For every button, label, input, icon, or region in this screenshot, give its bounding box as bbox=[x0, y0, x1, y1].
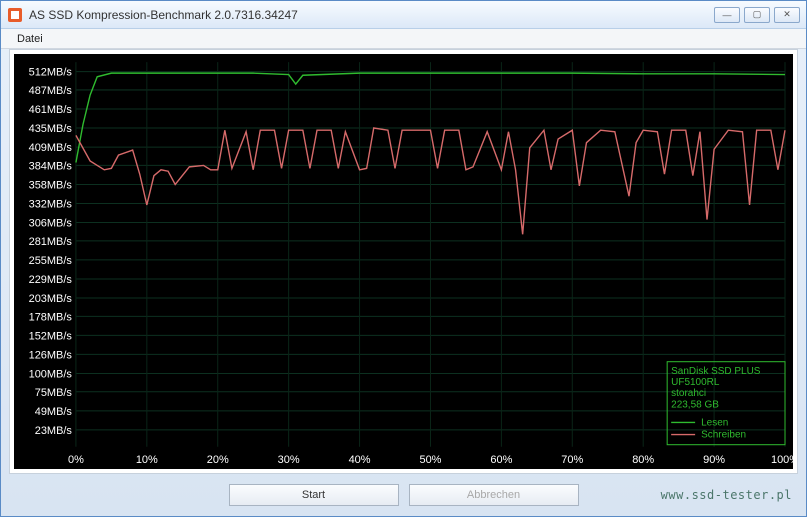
svg-text:223,58 GB: 223,58 GB bbox=[671, 399, 719, 410]
svg-text:10%: 10% bbox=[136, 454, 158, 466]
minimize-button[interactable]: — bbox=[714, 7, 740, 23]
svg-text:281MB/s: 281MB/s bbox=[29, 236, 73, 248]
chart-area: 23MB/s 49MB/s 75MB/s 100MB/s 126MB/s 152MB/s 1… bbox=[14, 54, 793, 469]
svg-text:435MB/s: 435MB/s bbox=[29, 123, 73, 135]
start-button[interactable]: Start bbox=[229, 484, 399, 506]
svg-text:0%: 0% bbox=[68, 454, 84, 466]
svg-text:70%: 70% bbox=[561, 454, 583, 466]
svg-text:40%: 40% bbox=[349, 454, 371, 466]
chart-svg: 23MB/s 49MB/s 75MB/s 100MB/s 126MB/s 152MB/s 1… bbox=[14, 54, 793, 469]
svg-text:409MB/s: 409MB/s bbox=[29, 142, 73, 154]
svg-text:Lesen: Lesen bbox=[701, 417, 728, 428]
svg-text:50%: 50% bbox=[419, 454, 441, 466]
svg-text:UF5100RL: UF5100RL bbox=[671, 377, 720, 388]
app-window: AS SSD Kompression-Benchmark 2.0.7316.34… bbox=[0, 0, 807, 517]
svg-text:30%: 30% bbox=[278, 454, 300, 466]
svg-text:152MB/s: 152MB/s bbox=[29, 330, 73, 342]
menu-file[interactable]: Datei bbox=[9, 31, 51, 47]
svg-text:storahci: storahci bbox=[671, 388, 706, 399]
svg-text:332MB/s: 332MB/s bbox=[29, 198, 73, 210]
svg-text:306MB/s: 306MB/s bbox=[29, 218, 73, 230]
svg-text:203MB/s: 203MB/s bbox=[29, 293, 73, 305]
app-icon bbox=[7, 7, 23, 23]
svg-text:60%: 60% bbox=[490, 454, 512, 466]
svg-text:126MB/s: 126MB/s bbox=[29, 349, 73, 361]
svg-text:178MB/s: 178MB/s bbox=[29, 311, 73, 323]
svg-text:487MB/s: 487MB/s bbox=[29, 85, 73, 97]
svg-text:512MB/s: 512MB/s bbox=[29, 67, 73, 79]
chart-panel: 23MB/s 49MB/s 75MB/s 100MB/s 126MB/s 152MB/s 1… bbox=[9, 49, 798, 474]
svg-text:384MB/s: 384MB/s bbox=[29, 160, 73, 172]
svg-text:100MB/s: 100MB/s bbox=[29, 368, 73, 380]
abort-button: Abbrechen bbox=[409, 484, 579, 506]
svg-text:229MB/s: 229MB/s bbox=[29, 274, 73, 286]
window-title: AS SSD Kompression-Benchmark 2.0.7316.34… bbox=[29, 8, 714, 22]
svg-text:358MB/s: 358MB/s bbox=[29, 179, 73, 191]
svg-text:Schreiben: Schreiben bbox=[701, 430, 746, 441]
svg-text:80%: 80% bbox=[632, 454, 654, 466]
svg-text:100%: 100% bbox=[771, 454, 793, 466]
titlebar: AS SSD Kompression-Benchmark 2.0.7316.34… bbox=[1, 1, 806, 29]
svg-text:255MB/s: 255MB/s bbox=[29, 255, 73, 267]
svg-text:461MB/s: 461MB/s bbox=[29, 104, 73, 116]
svg-text:49MB/s: 49MB/s bbox=[35, 406, 73, 418]
maximize-button[interactable]: ▢ bbox=[744, 7, 770, 23]
svg-text:75MB/s: 75MB/s bbox=[35, 387, 73, 399]
svg-text:90%: 90% bbox=[703, 454, 725, 466]
menubar: Datei bbox=[1, 29, 806, 49]
footer-buttons: Start Abbrechen bbox=[9, 480, 798, 510]
close-button[interactable]: ✕ bbox=[774, 7, 800, 23]
window-buttons: — ▢ ✕ bbox=[714, 7, 800, 23]
svg-text:SanDisk SSD PLUS: SanDisk SSD PLUS bbox=[671, 366, 761, 377]
svg-text:23MB/s: 23MB/s bbox=[35, 425, 73, 437]
svg-text:20%: 20% bbox=[207, 454, 229, 466]
